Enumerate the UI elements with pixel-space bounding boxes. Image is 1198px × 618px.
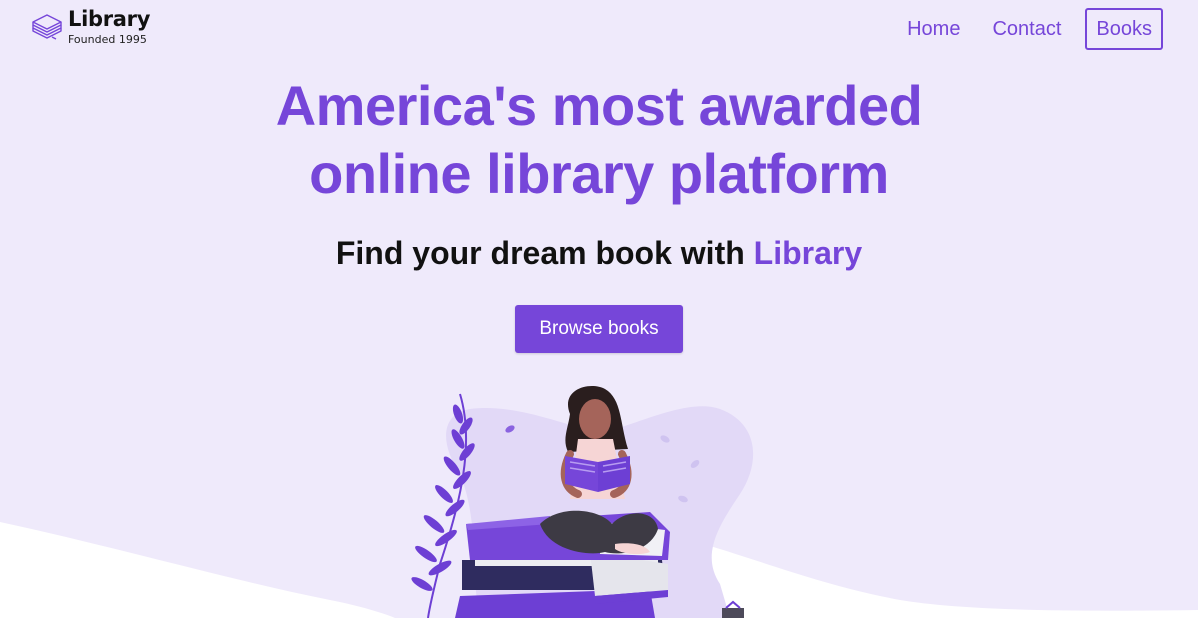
main-nav: Home Contact Books (875, 8, 1163, 50)
hero-title-line-1: America's most awarded (275, 74, 923, 137)
hero-section: America's most awarded online library pl… (0, 72, 1198, 353)
brand-name: Library (68, 7, 151, 31)
hero-subtitle: Find your dream book with Library (0, 234, 1198, 272)
nav-books-link[interactable]: Books (1085, 8, 1163, 50)
nav-home-link[interactable]: Home (907, 19, 960, 39)
nav-contact-link[interactable]: Contact (992, 19, 1061, 39)
brand-tagline: Founded 1995 (68, 33, 147, 46)
hero-title-line-2: online library platform (309, 142, 889, 205)
browse-books-button[interactable]: Browse books (515, 305, 683, 353)
hero-subtitle-text: Find your dream book with (335, 235, 754, 271)
woman-reading-on-books-illustration (411, 386, 754, 618)
stacked-books-icon (32, 14, 62, 40)
site-header: Library Founded 1995 Home Contact Books (0, 0, 1198, 62)
logo[interactable]: Library Founded 1995 (30, 9, 150, 45)
hero-title: America's most awarded online library pl… (0, 72, 1198, 208)
hero-subtitle-brand: Library (753, 235, 863, 271)
